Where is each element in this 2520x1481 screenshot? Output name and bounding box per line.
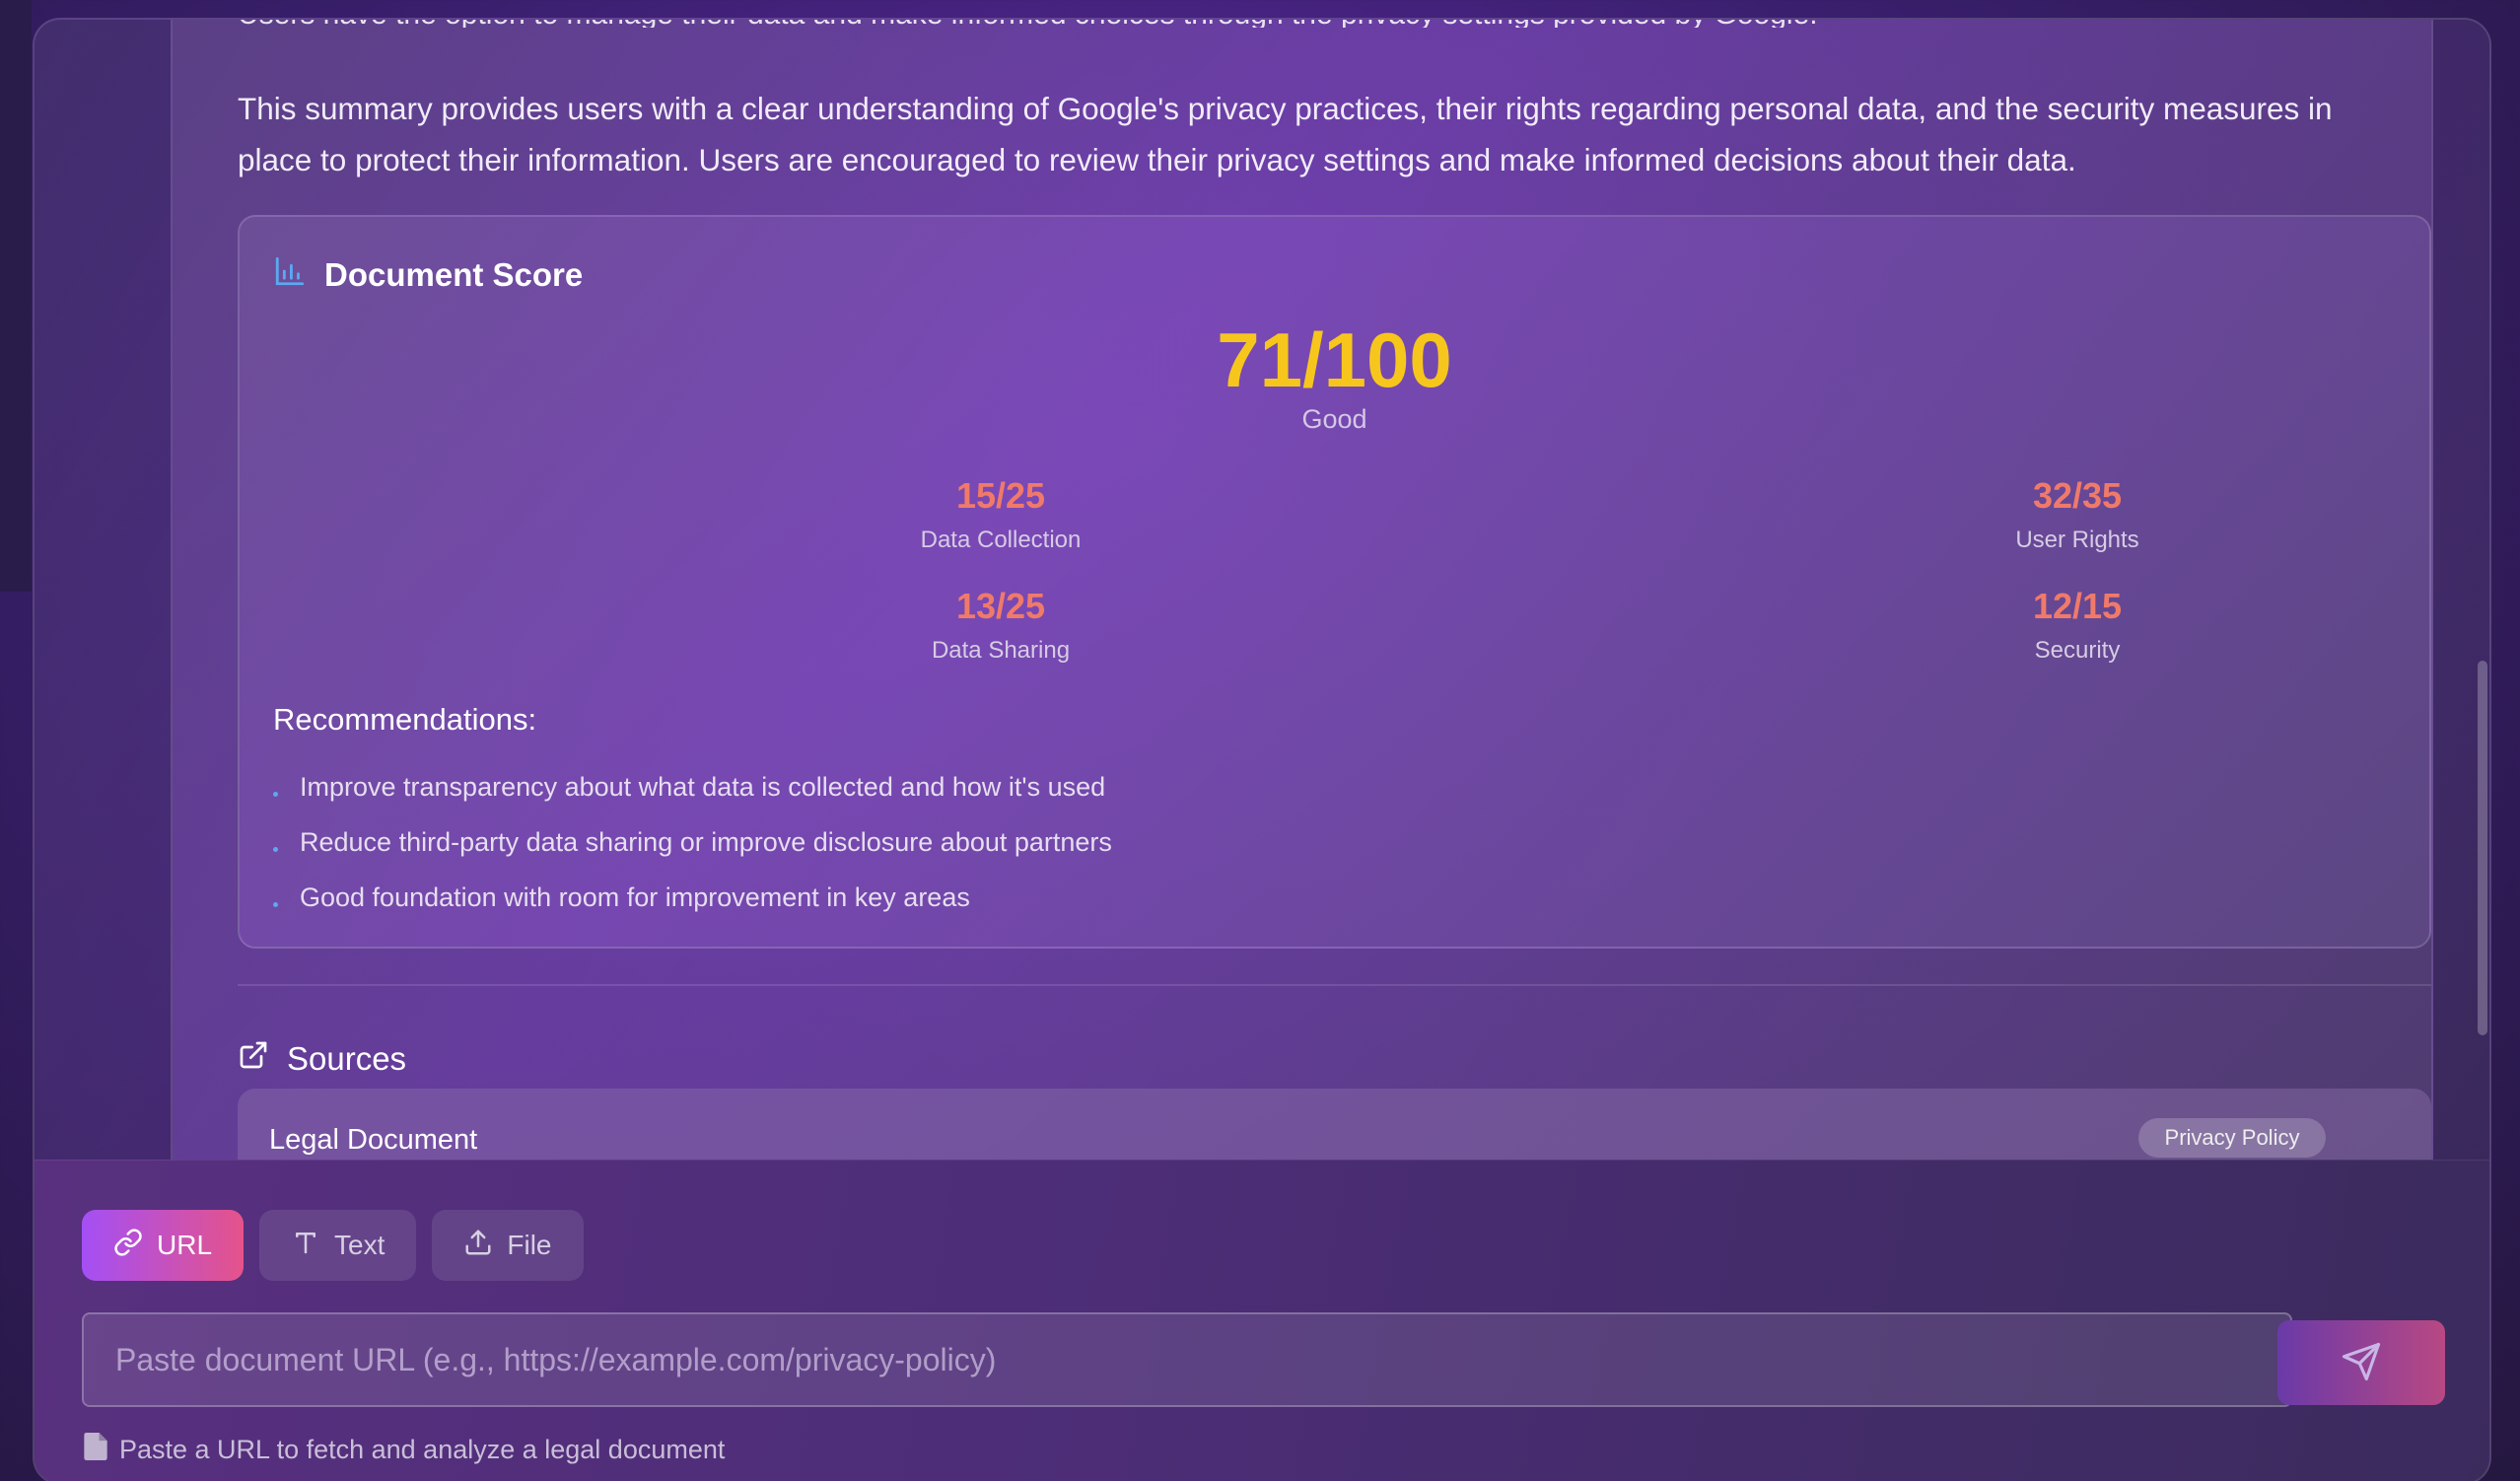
category-score-value: 12/15 (2032, 586, 2123, 626)
input-hint-text: Paste a URL to fetch and analyze a legal… (119, 1435, 726, 1464)
category-score-label: User Rights (2015, 527, 2139, 553)
text-icon (291, 1228, 320, 1264)
category-score-value: 15/25 (955, 475, 1046, 516)
input-panel: URL Text File Paste document URL (e.g., … (35, 1160, 2489, 1481)
upload-icon (463, 1228, 493, 1264)
file-mode-label: File (507, 1230, 552, 1260)
recommendation-item: Reduce third-party data sharing or impro… (273, 814, 1112, 870)
category-score: 15/25 Data Collection (754, 475, 1247, 554)
scrollbar[interactable] (2478, 661, 2487, 1035)
total-score: 71/100 (1217, 317, 1452, 403)
recommendation-item: Improve transparency about what data is … (273, 759, 1112, 814)
url-mode-button[interactable]: URL (82, 1210, 245, 1281)
url-mode-label: URL (157, 1230, 213, 1260)
score-heading: Document Score (273, 254, 583, 296)
document-icon (84, 1433, 107, 1467)
summary-partial-line: Users have the option to manage their da… (238, 20, 2407, 28)
background-panel (0, 0, 32, 592)
recommendation-text: Good foundation with room for improvemen… (300, 882, 970, 912)
recommendations-list: Improve transparency about what data is … (273, 759, 1112, 925)
source-title: Legal Document (269, 1124, 478, 1156)
document-score-card: Document Score 71/100 Good 15/25 Data Co… (238, 215, 2431, 949)
category-score-value: 32/35 (2032, 475, 2123, 516)
section-divider (238, 984, 2431, 986)
link-icon (113, 1228, 143, 1264)
category-score: 12/15 Security (1831, 586, 2324, 665)
text-mode-label: Text (334, 1230, 385, 1260)
chat-window: Users have the option to manage their da… (33, 18, 2491, 1481)
category-score-label: Data Sharing (931, 637, 1071, 664)
bar-chart-icon (273, 254, 307, 296)
category-score-value: 13/25 (955, 586, 1046, 626)
recommendations-title: Recommendations: (273, 702, 537, 737)
recommendation-item: Good foundation with room for improvemen… (273, 870, 1112, 925)
document-url-input[interactable] (82, 1312, 2292, 1407)
category-score: 32/35 User Rights (1831, 475, 2324, 554)
category-score: 13/25 Data Sharing (754, 586, 1247, 665)
bullet-icon (273, 901, 278, 907)
send-button[interactable] (2277, 1320, 2445, 1405)
sources-heading: Sources (238, 1039, 406, 1079)
sources-heading-label: Sources (287, 1040, 407, 1077)
source-type-badge: Privacy Policy (2138, 1118, 2326, 1158)
file-mode-button[interactable]: File (432, 1210, 584, 1281)
text-mode-button[interactable]: Text (259, 1210, 417, 1281)
score-rating: Good (1301, 404, 1367, 434)
analysis-content: Users have the option to manage their da… (171, 20, 2433, 1171)
input-hint: Paste a URL to fetch and analyze a legal… (84, 1433, 725, 1467)
category-score-label: Security (2034, 637, 2121, 664)
category-score-label: Data Collection (920, 527, 1082, 553)
bullet-icon (273, 846, 278, 852)
bullet-icon (273, 791, 278, 797)
external-link-icon (238, 1039, 269, 1079)
send-icon (2341, 1341, 2382, 1385)
input-mode-tabs: URL Text File (82, 1210, 584, 1281)
recommendation-text: Improve transparency about what data is … (300, 771, 1106, 802)
recommendation-text: Reduce third-party data sharing or impro… (300, 826, 1112, 857)
score-heading-label: Document Score (324, 256, 584, 293)
summary-text: This summary provides users with a clear… (238, 91, 2333, 177)
